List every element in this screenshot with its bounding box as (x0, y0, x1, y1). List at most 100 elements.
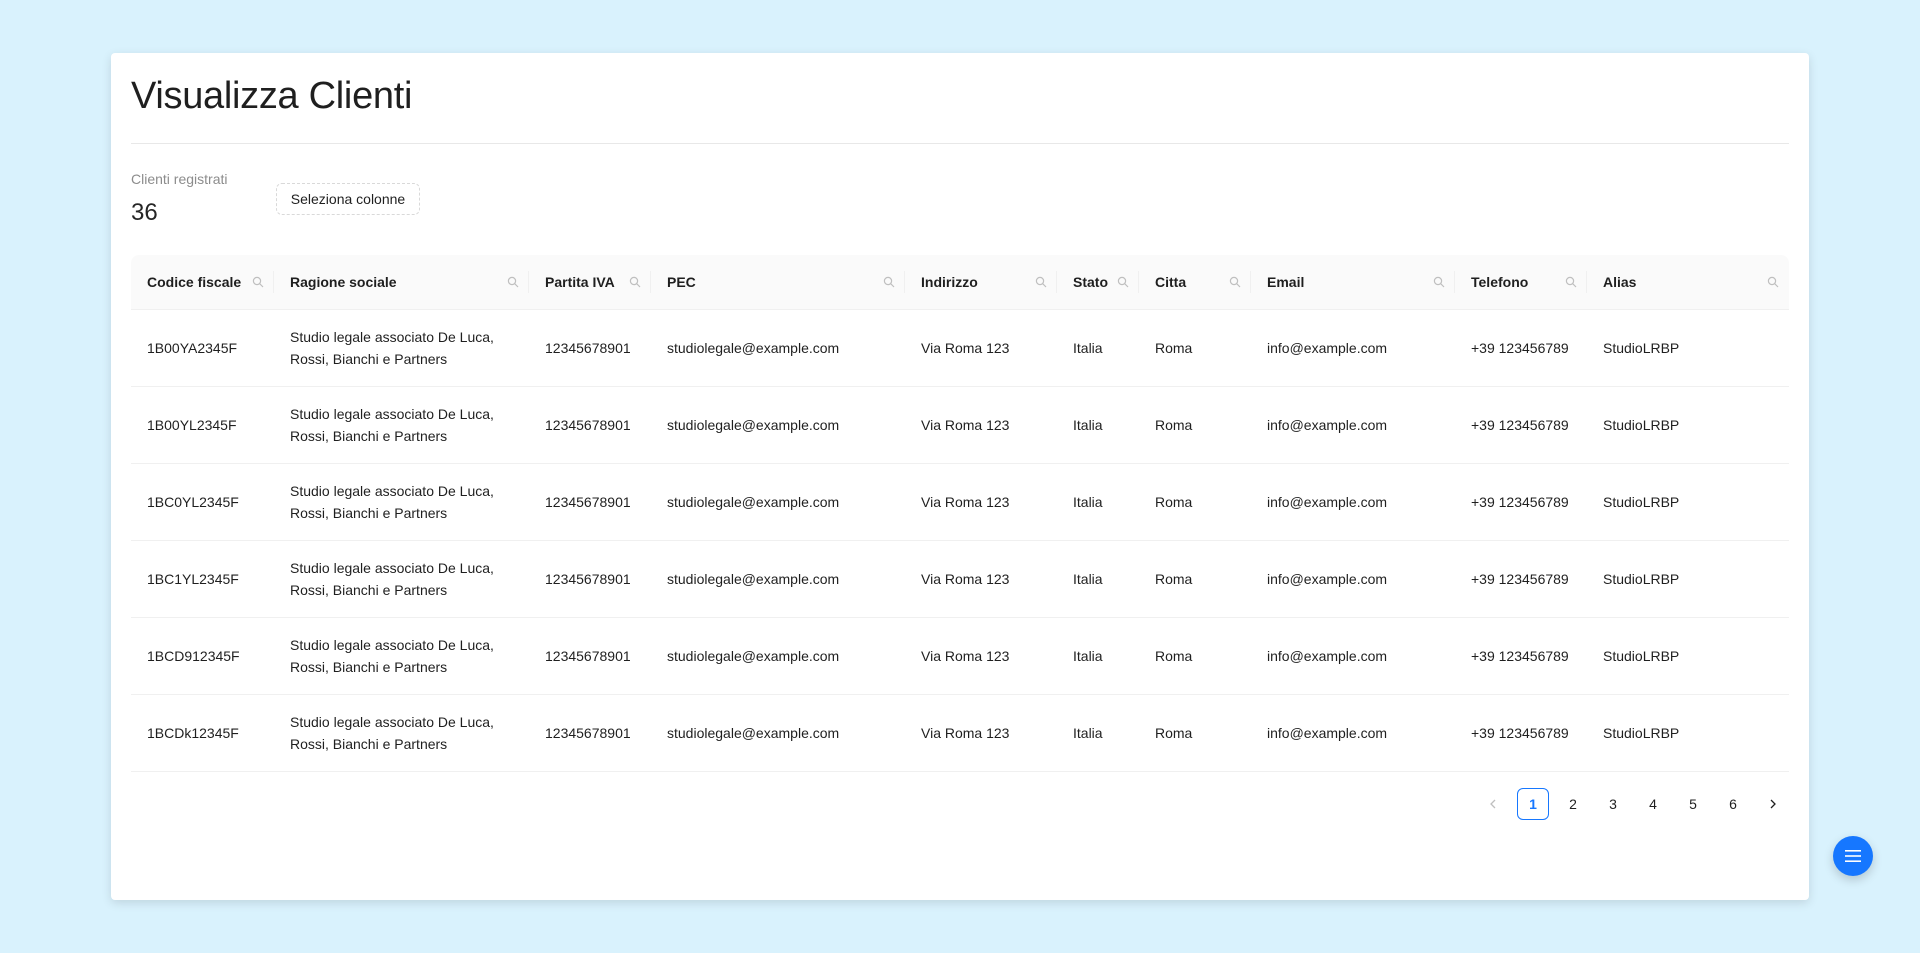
column-header[interactable]: Alias (1587, 255, 1789, 310)
table-row[interactable]: 1BCD912345F Studio legale associato De Lu… (131, 617, 1789, 695)
column-header-label: Ragione sociale (290, 273, 397, 290)
table-cell: +39 123456789 (1455, 617, 1587, 695)
column-header[interactable]: Email (1251, 255, 1455, 310)
search-icon[interactable] (507, 276, 519, 288)
search-icon[interactable] (1035, 276, 1047, 288)
table-cell: Via Roma 123 (905, 694, 1057, 772)
pagination-page-5[interactable]: 5 (1677, 788, 1709, 820)
table-cell: studiolegale@example.com (651, 463, 905, 541)
table-cell: 12345678901 (529, 694, 651, 772)
chevron-right-icon (1770, 799, 1776, 809)
column-header[interactable]: Indirizzo (905, 255, 1057, 310)
table-cell: +39 123456789 (1455, 309, 1587, 387)
pagination-page-1[interactable]: 1 (1517, 788, 1549, 820)
table-cell: info@example.com (1251, 386, 1455, 464)
table-cell: 1B00YL2345F (131, 386, 274, 464)
table-cell: info@example.com (1251, 694, 1455, 772)
table-cell: Roma (1139, 617, 1251, 695)
table-cell: StudioLRBP (1587, 309, 1789, 387)
column-header-label: Citta (1155, 273, 1187, 290)
table-cell: Italia (1057, 309, 1139, 387)
table-cell: 12345678901 (529, 309, 651, 387)
column-header[interactable]: Ragione sociale (274, 255, 529, 310)
search-icon[interactable] (883, 276, 895, 288)
column-header-label: Indirizzo (921, 273, 978, 290)
table-row[interactable]: 1B00YA2345F Studio legale associato De Lu… (131, 309, 1789, 387)
table-cell: +39 123456789 (1455, 540, 1587, 618)
table-cell: Studio legale associato De Luca, Rossi, … (274, 463, 529, 541)
table-body: 1B00YA2345F Studio legale associato De Lu… (131, 309, 1789, 772)
table-row[interactable]: 1BC0YL2345F Studio legale associato De Lu… (131, 463, 1789, 541)
table-cell: Italia (1057, 617, 1139, 695)
pagination-pages: 123456 (1517, 788, 1749, 820)
table-cell: Via Roma 123 (905, 617, 1057, 695)
pagination-page-2[interactable]: 2 (1557, 788, 1589, 820)
table-cell: studiolegale@example.com (651, 694, 905, 772)
table-row[interactable]: 1BCDk12345F Studio legale associato De Lu… (131, 694, 1789, 772)
table-cell: 1BCDk12345F (131, 694, 274, 772)
search-icon[interactable] (1767, 276, 1779, 288)
search-icon[interactable] (252, 276, 264, 288)
clients-card: Visualizza Clienti Clienti registrati 36… (111, 53, 1809, 900)
table-cell: 12345678901 (529, 540, 651, 618)
table-cell: studiolegale@example.com (651, 617, 905, 695)
table-row[interactable]: 1B00YL2345F Studio legale associato De Lu… (131, 386, 1789, 464)
column-header-label: Codice fiscale (147, 273, 242, 290)
search-icon[interactable] (1565, 276, 1577, 288)
column-header-label: Stato (1073, 273, 1108, 290)
table-cell: Studio legale associato De Luca, Rossi, … (274, 386, 529, 464)
table-cell: StudioLRBP (1587, 694, 1789, 772)
table-cell: info@example.com (1251, 540, 1455, 618)
column-header[interactable]: Stato (1057, 255, 1139, 310)
pagination-page-3[interactable]: 3 (1597, 788, 1629, 820)
table-cell: Italia (1057, 463, 1139, 541)
column-header[interactable]: Telefono (1455, 255, 1587, 310)
pagination-prev-button[interactable] (1477, 788, 1509, 820)
registered-clients-stat: Clienti registrati 36 (131, 171, 227, 227)
pagination: 123456 (1477, 788, 1789, 820)
pagination-page-6[interactable]: 6 (1717, 788, 1749, 820)
table-cell: StudioLRBP (1587, 617, 1789, 695)
select-columns-button[interactable]: Seleziona colonne (276, 183, 420, 215)
pagination-next-button[interactable] (1757, 788, 1789, 820)
table-cell: 1B00YA2345F (131, 309, 274, 387)
table-cell: 12345678901 (529, 463, 651, 541)
table-row[interactable]: 1BC1YL2345F Studio legale associato De Lu… (131, 540, 1789, 618)
table-cell: 12345678901 (529, 386, 651, 464)
table-cell: Via Roma 123 (905, 386, 1057, 464)
table-cell: Studio legale associato De Luca, Rossi, … (274, 540, 529, 618)
table-cell: Roma (1139, 309, 1251, 387)
search-icon[interactable] (1433, 276, 1445, 288)
table-cell: 1BCD912345F (131, 617, 274, 695)
column-header[interactable]: Citta (1139, 255, 1251, 310)
pagination-page-4[interactable]: 4 (1637, 788, 1669, 820)
search-icon[interactable] (1117, 276, 1129, 288)
table-cell: Roma (1139, 386, 1251, 464)
stat-label: Clienti registrati (131, 171, 228, 187)
table-cell: info@example.com (1251, 309, 1455, 387)
table-cell: Roma (1139, 463, 1251, 541)
table-cell: Roma (1139, 540, 1251, 618)
table-header-row: Codice fiscale Ragione sociale Partita IVA… (131, 255, 1789, 310)
table-cell: StudioLRBP (1587, 463, 1789, 541)
floating-menu-button[interactable] (1833, 836, 1873, 876)
table-cell: Italia (1057, 540, 1139, 618)
search-icon[interactable] (1229, 276, 1241, 288)
column-header-label: Partita IVA (545, 273, 615, 290)
clients-table: Codice fiscale Ragione sociale Partita IVA… (131, 255, 1789, 772)
table-cell: studiolegale@example.com (651, 309, 905, 387)
table-cell: Roma (1139, 694, 1251, 772)
menu-icon (1845, 850, 1861, 862)
search-icon[interactable] (629, 276, 641, 288)
table-cell: +39 123456789 (1455, 694, 1587, 772)
column-header[interactable]: Partita IVA (529, 255, 651, 310)
table-cell: 1BC1YL2345F (131, 540, 274, 618)
table-cell: info@example.com (1251, 617, 1455, 695)
table-cell: Italia (1057, 694, 1139, 772)
table-cell: studiolegale@example.com (651, 386, 905, 464)
table-cell: Via Roma 123 (905, 309, 1057, 387)
chevron-left-icon (1490, 799, 1496, 809)
column-header[interactable]: PEC (651, 255, 905, 310)
table-cell: 12345678901 (529, 617, 651, 695)
column-header[interactable]: Codice fiscale (131, 255, 274, 310)
